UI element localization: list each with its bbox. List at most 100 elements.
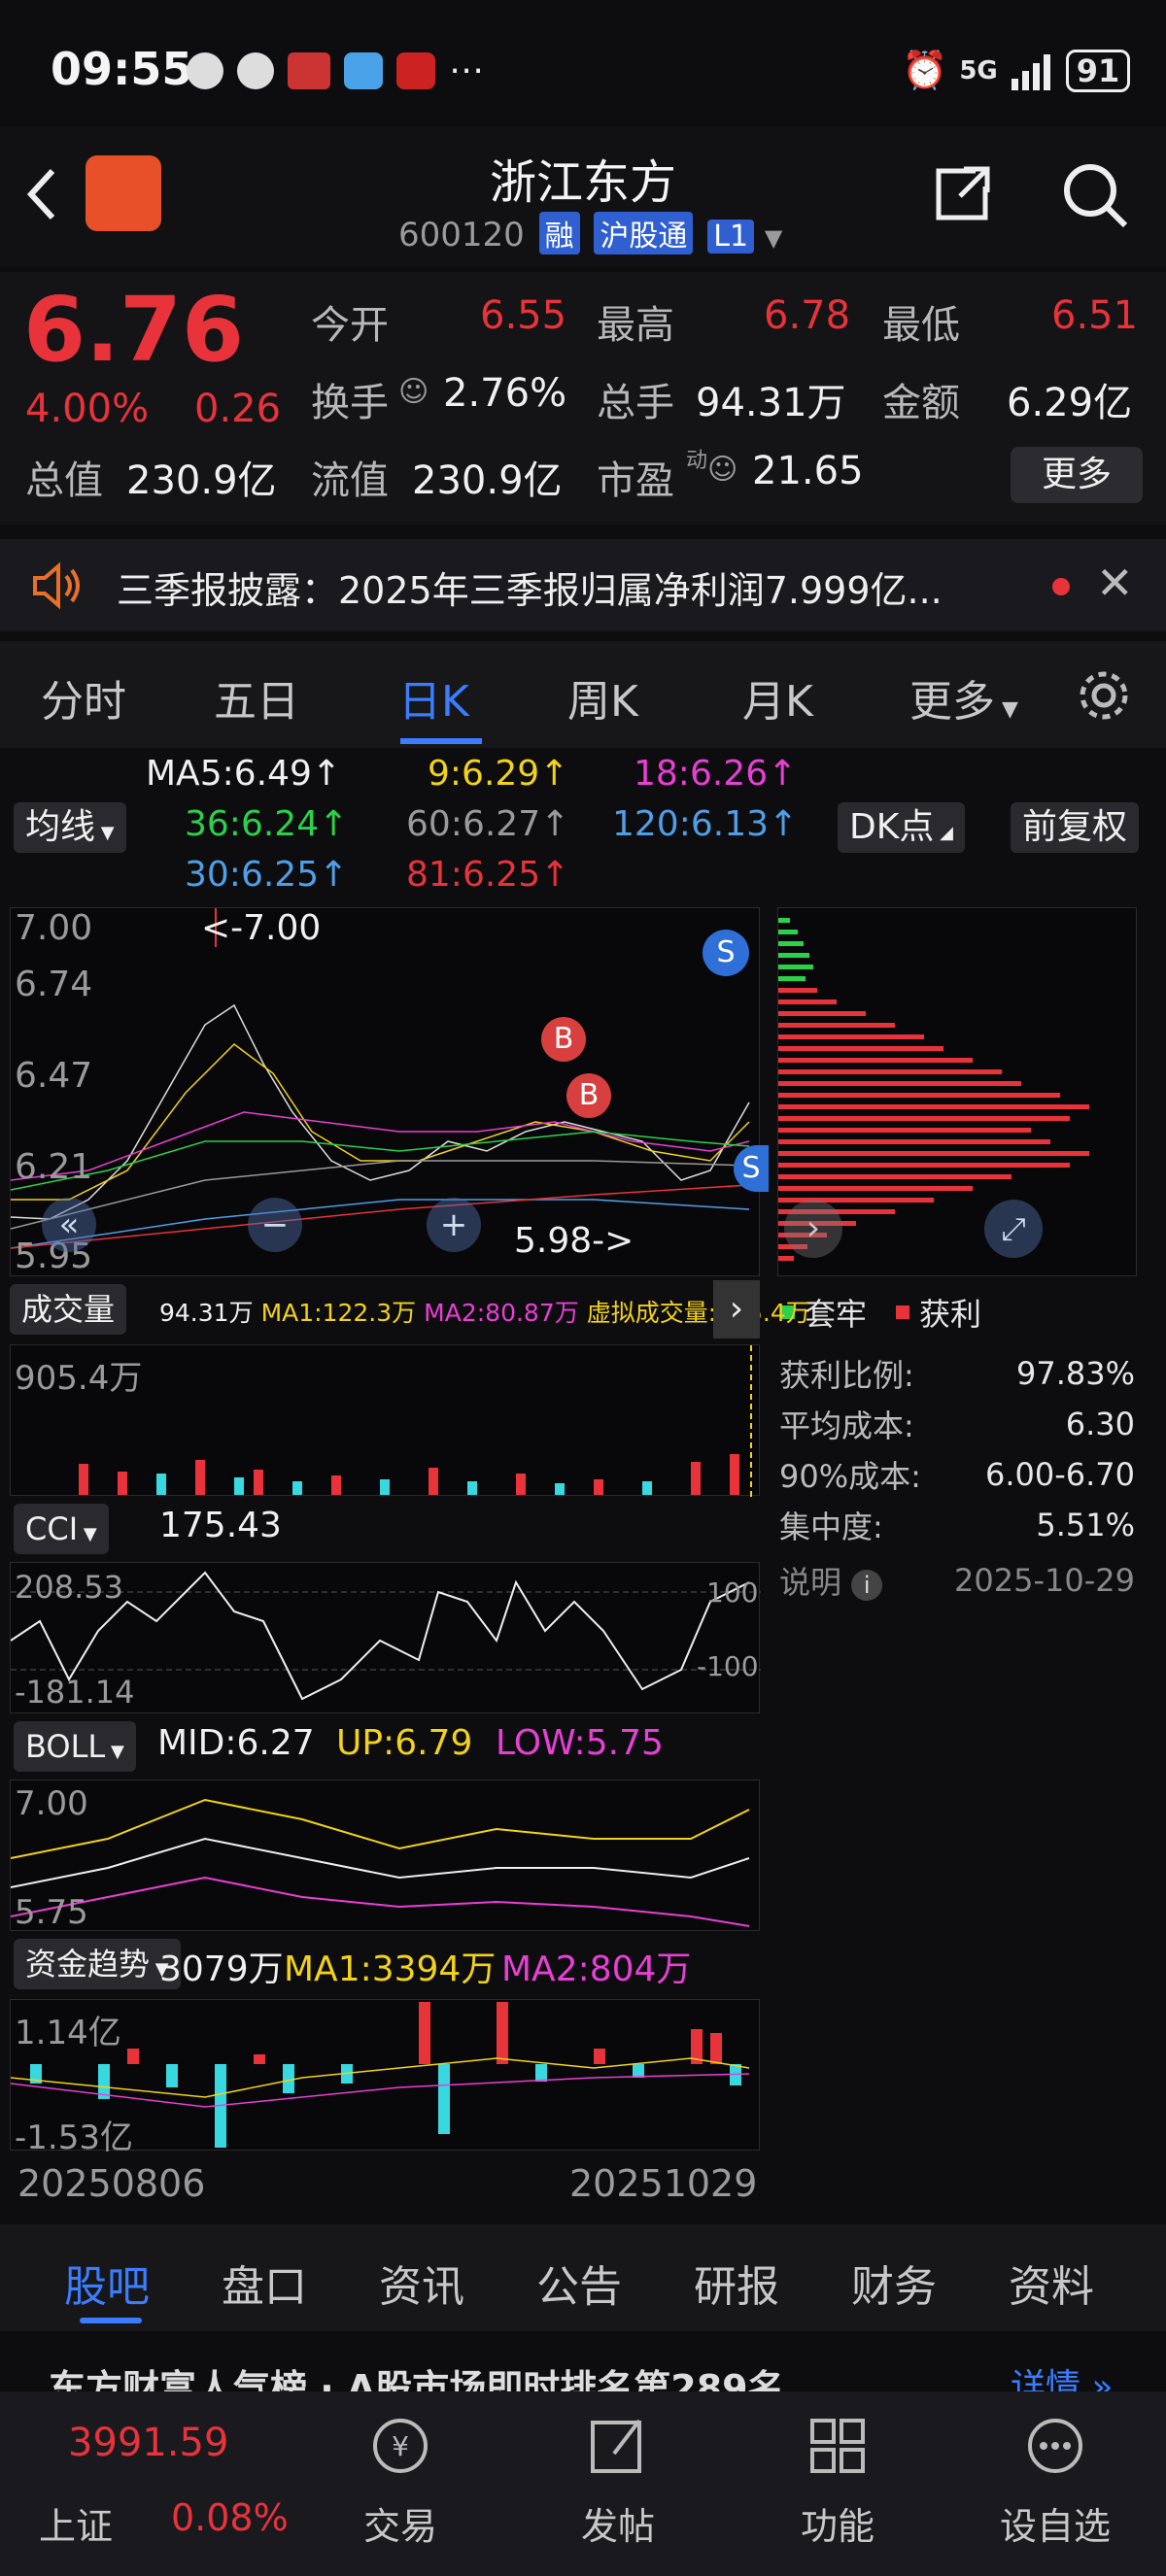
tab-research[interactable]: 研报 [694, 2252, 779, 2314]
ma18-label: 18:6.26↑ [634, 754, 798, 794]
chip-stat-key: 90%成本: [779, 1458, 921, 1495]
chip-note-row: 说明 i 2025-10-29 [779, 1550, 1135, 1610]
tab-more[interactable]: 更多 ▼ [909, 666, 1018, 729]
volume-select[interactable]: 成交量 [10, 1284, 127, 1335]
ma120-label: 120:6.13↑ [612, 804, 799, 844]
stock-code-line[interactable]: 600120 融 沪股通 L1 ▼ [398, 212, 782, 254]
tab-pankou[interactable]: 盘口 [222, 2252, 307, 2314]
trade-icon: ¥ [373, 2419, 428, 2473]
more-notifications-icon: ⋯ [449, 51, 484, 90]
settings-gear-icon[interactable] [1077, 668, 1131, 723]
ma60-label: 60:6.27↑ [406, 804, 570, 844]
status-time: 09:55 [51, 43, 193, 95]
max-price-note: <-7.00 [201, 908, 322, 948]
unread-dot [1052, 578, 1070, 595]
amount-value: 6.29亿 [1007, 381, 1133, 425]
tab-finance[interactable]: 财务 [851, 2252, 937, 2314]
boll-up: UP:6.79 [336, 1723, 473, 1763]
ma5-line [10, 1003, 750, 1220]
news-banner[interactable]: 三季报披露：2025年三季报归属净利润7.999亿... ✕ [0, 539, 1166, 631]
ma9-label: 9:6.29↑ [428, 754, 569, 794]
chip-stat-key: 平均成本: [779, 1407, 914, 1444]
network-label: 5G [959, 55, 998, 85]
tab-weekly-k[interactable]: 周K [567, 666, 638, 729]
popularity-ticker[interactable]: 东方财富人气榜 · A股市场即时排名第289名 详情 » [0, 2331, 1166, 2391]
fund-bottom-label: -1.53亿 [15, 2118, 133, 2157]
more-quote-button[interactable]: 更多 [1011, 447, 1143, 503]
start-date: 20250806 [17, 2162, 206, 2205]
search-icon[interactable] [1059, 159, 1131, 231]
fund-value: 3079万 [159, 1949, 284, 1989]
next-icon[interactable]: › [784, 1200, 842, 1258]
tab-profile[interactable]: 资料 [1009, 2252, 1094, 2314]
adjust-button[interactable]: 前复权 [1011, 802, 1140, 853]
info-icon: i [851, 1570, 883, 1601]
stock-header: 浙江东方 600120 融 沪股通 L1 ▼ [0, 126, 1166, 267]
info-icon[interactable]: ☺ [398, 375, 429, 409]
change-amount: 0.26 [194, 387, 282, 431]
info-tabs: 股吧 盘口 资讯 公告 研报 财务 资料 [0, 2224, 1166, 2331]
fund-trend-chart[interactable]: 1.14亿 -1.53亿 [10, 1999, 760, 2157]
trade-label: 交易 [362, 2505, 437, 2548]
ma-select[interactable]: 均线 ▼ [14, 802, 126, 853]
grid-icon [810, 2419, 865, 2473]
dk-point-button[interactable]: DK点 ◢ [838, 802, 965, 853]
chip-stat-row: 90%成本: 6.00-6.70 [779, 1449, 1135, 1500]
info-icon[interactable]: ☺ [707, 453, 737, 487]
expand-icon[interactable]: ⤢ [984, 1200, 1043, 1258]
ma9-line [11, 1043, 750, 1201]
app-notification-icon [237, 51, 274, 89]
kline-y-label: 6.21 [15, 1147, 93, 1187]
fund-top-label: 1.14亿 [15, 2014, 121, 2052]
boll-select[interactable]: BOLL ▼ [14, 1721, 136, 1772]
status-bar: 09:55 ⋯ ⏰ 5G 91 [0, 0, 1166, 146]
cci-100-label: 100 [706, 1576, 759, 1609]
ticker-more-link[interactable]: 详情 » [1011, 2358, 1113, 2391]
tab-five-day[interactable]: 五日 [214, 666, 299, 729]
float-label: 流值 [311, 458, 389, 503]
sell-signal-icon[interactable]: S [703, 930, 749, 976]
chip-stat-key: 获利比例: [779, 1357, 914, 1394]
profit-swatch [896, 1305, 910, 1319]
signal-icon [1011, 53, 1050, 90]
share-icon[interactable] [931, 161, 995, 225]
chevron-right-icon[interactable]: › [713, 1280, 760, 1339]
volume-ma1: MA1:122.3万 [260, 1299, 417, 1327]
boll-chart[interactable]: 7.00 5.75 [10, 1779, 760, 1932]
zoom-out-icon[interactable]: − [248, 1198, 302, 1252]
chip-stat-value: 5.51% [1036, 1507, 1135, 1543]
function-label: 功能 [800, 2505, 874, 2548]
tab-daily-k[interactable]: 日K [398, 666, 469, 729]
chip-stat-row: 平均成本: 6.30 [779, 1399, 1135, 1449]
volume-chart[interactable]: 905.4万 [10, 1344, 760, 1497]
cci-select-label: CCI [25, 1510, 79, 1547]
add-watchlist-label: 设自选 [999, 2505, 1111, 2548]
zoom-in-icon[interactable]: + [427, 1198, 481, 1252]
chip-legend: 套牢 获利 [781, 1290, 981, 1335]
chip-stat-value: 6.00-6.70 [984, 1456, 1135, 1493]
index-value[interactable]: 3991.59 [68, 2421, 228, 2465]
ticker-text: 东方财富人气榜 · A股市场即时排名第289名 [49, 2367, 785, 2391]
buy-signal-icon[interactable]: B [566, 1073, 611, 1118]
fund-trend-select[interactable]: 资金趋势 ▼ [14, 1939, 181, 1989]
ma36-label: 36:6.24↑ [185, 804, 349, 844]
cci-chart[interactable]: 208.53 -181.14 100 -100 [10, 1562, 761, 1713]
low-label: 最低 [882, 303, 960, 348]
rewind-icon[interactable]: « [42, 1198, 96, 1252]
trap-label: 套牢 [805, 1296, 868, 1333]
chip-stat-row: 集中度: 5.51% [779, 1500, 1135, 1550]
kline-chart[interactable]: <-7.00 5.98-> 7.00 6.74 6.47 6.21 5.95 S… [10, 907, 769, 1276]
close-icon[interactable]: ✕ [1096, 557, 1134, 609]
buy-signal-icon[interactable]: B [541, 1017, 586, 1062]
cci-minus100-label: -100 [697, 1650, 759, 1682]
tab-intraday[interactable]: 分时 [41, 666, 126, 729]
cci-select[interactable]: CCI ▼ [14, 1504, 109, 1554]
pe-dynamic-mark: 动 [686, 449, 708, 473]
tab-announcements[interactable]: 公告 [536, 2252, 622, 2314]
alarm-icon: ⏰ [902, 49, 948, 91]
tab-guba[interactable]: 股吧 [64, 2252, 150, 2314]
tab-monthly-k[interactable]: 月K [742, 666, 813, 729]
chip-note[interactable]: 说明 i [779, 1558, 883, 1603]
level-tag: L1 [707, 220, 755, 254]
tab-news[interactable]: 资讯 [379, 2252, 464, 2314]
